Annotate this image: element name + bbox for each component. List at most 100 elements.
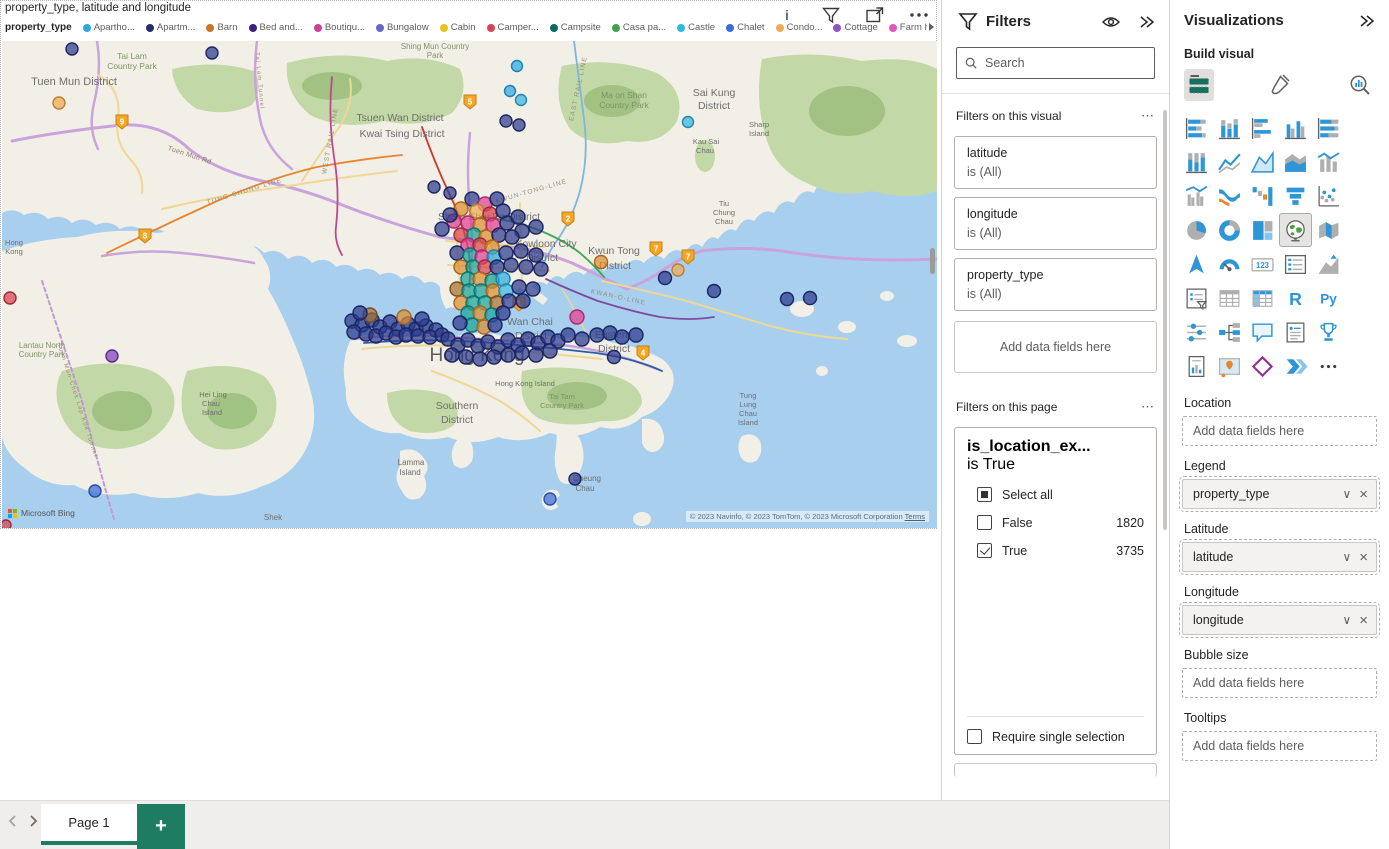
map-bubble[interactable] [615,330,629,344]
viz-icon-clustered-column[interactable] [1279,111,1312,145]
viz-icon-more[interactable] [1312,349,1345,383]
require-single-selection-checkbox[interactable] [967,729,982,744]
filters-scrollbar[interactable] [1163,110,1167,530]
viz-icon-p100-bar[interactable] [1312,111,1345,145]
map-bubble[interactable] [459,350,473,364]
viz-icon-filled-map[interactable] [1312,213,1345,247]
map-bubble[interactable] [488,318,502,332]
field-pill[interactable]: property_type∨× [1182,479,1377,509]
map-bubble[interactable] [529,348,543,362]
terms-link[interactable]: Terms [905,512,925,521]
map-bubble[interactable] [444,187,456,199]
page-tab[interactable]: Page 1 [41,804,137,845]
viz-icon-line-clustered-column[interactable] [1180,179,1213,213]
map-bubble[interactable] [505,86,516,97]
filter-card[interactable]: longitudeis (All) [954,197,1157,250]
tab-analytics[interactable] [1345,69,1375,101]
empty-field-well[interactable]: Add data fields here [1182,416,1377,446]
map-bubble[interactable] [4,292,16,304]
legend-item[interactable]: Barn [206,22,237,33]
map-bubble[interactable] [511,210,525,224]
canvas-scrollbar[interactable] [930,248,935,274]
map-bubble[interactable] [428,181,440,193]
map-bubble[interactable] [206,47,218,59]
legend-item[interactable]: Apartho... [83,22,135,33]
legend-item[interactable]: Apartm... [146,22,196,33]
checkbox-unchecked[interactable] [977,515,992,530]
map-bubble[interactable] [415,312,429,326]
map-bubble[interactable] [672,264,684,276]
map-visual[interactable]: property_type, latitude and longitude pr… [0,0,937,529]
map-bubble[interactable] [515,346,529,360]
map-bubble[interactable] [526,282,540,296]
eye-icon[interactable] [1101,15,1121,29]
map-bubble[interactable] [516,294,530,308]
add-data-fields-dropzone[interactable]: Add data fields here [954,321,1157,373]
viz-icon-donut[interactable] [1213,213,1246,247]
map-bubble[interactable] [435,222,449,236]
map-bubble[interactable] [544,493,556,505]
focus-mode-icon[interactable] [864,4,886,26]
viz-icon-line[interactable] [1213,145,1246,179]
prev-page-icon[interactable] [8,815,16,827]
collapse-pane-icon[interactable] [1359,14,1375,28]
viz-icon-stacked-bar[interactable] [1180,111,1213,145]
viz-icon-map[interactable] [1279,213,1312,247]
new-page-button[interactable]: + [137,804,185,849]
viz-icon-pie[interactable] [1180,213,1213,247]
tab-build-visual[interactable] [1184,69,1214,101]
map-canvas[interactable]: 98521774 Tuen Mun DistrictTai LamCountry… [2,41,937,528]
field-pill[interactable]: latitude∨× [1182,542,1377,572]
viz-icon-area[interactable] [1246,145,1279,179]
map-bubble[interactable] [487,350,501,364]
empty-field-well[interactable]: Add data fields here [1182,731,1377,761]
more-options-icon[interactable] [908,4,930,26]
collapse-pane-icon[interactable] [1139,15,1155,29]
map-bubble[interactable] [453,316,467,330]
map-bubble[interactable] [569,473,581,485]
viz-icon-power-apps[interactable] [1246,349,1279,383]
viz-icon-stacked-area[interactable] [1279,145,1312,179]
map-bubble[interactable] [106,350,118,362]
legend-item[interactable]: Bed and... [249,22,303,33]
viz-icon-decomposition-tree[interactable] [1213,315,1246,349]
section-more-icon[interactable]: ⋯ [1141,399,1155,415]
map-bubble[interactable] [659,272,672,285]
map-bubble[interactable] [2,520,11,528]
filter-card[interactable]: latitudeis (All) [954,136,1157,189]
viz-icon-line-stacked-column[interactable] [1312,145,1345,179]
legend-item[interactable]: Casa pa... [612,22,666,33]
viz-icon-treemap[interactable] [1246,213,1279,247]
map-bubble[interactable] [708,285,721,298]
map-bubble[interactable] [445,348,459,362]
viz-icon-key-influencers[interactable] [1180,315,1213,349]
viz-icon-slicer[interactable] [1180,281,1213,315]
viz-icon-waterfall[interactable] [1246,179,1279,213]
map-bubble[interactable] [512,280,526,294]
map-bubble[interactable] [443,208,457,222]
map-bubble[interactable] [353,306,367,320]
info-icon[interactable]: i [776,4,798,26]
map-bubble[interactable] [570,310,584,324]
filter-option-row[interactable]: Select all [967,487,1144,502]
map-bubble[interactable] [513,119,525,131]
viz-icon-scatter[interactable] [1312,179,1345,213]
viz-icon-p100-column[interactable] [1180,145,1213,179]
viz-icon-power-automate[interactable] [1279,349,1312,383]
legend-item[interactable]: Campsite [550,22,601,33]
viz-icon-multi-row-card[interactable] [1279,247,1312,281]
map-bubble[interactable] [608,351,621,364]
viz-icon-metrics[interactable] [1312,315,1345,349]
search-input[interactable] [985,56,1146,70]
map-bubble[interactable] [473,352,487,366]
legend-item[interactable]: Cabin [440,22,476,33]
map-bubble[interactable] [66,43,78,55]
legend-item[interactable]: Camper... [487,22,539,33]
map-bubble[interactable] [804,292,817,305]
tab-format-visual[interactable] [1264,69,1294,101]
map-bubble[interactable] [516,95,527,106]
map-bubble[interactable] [781,293,794,306]
viz-icon-smart-narrative[interactable] [1279,315,1312,349]
viz-icon-arcgis-map[interactable] [1213,349,1246,383]
map-bubble[interactable] [496,306,510,320]
